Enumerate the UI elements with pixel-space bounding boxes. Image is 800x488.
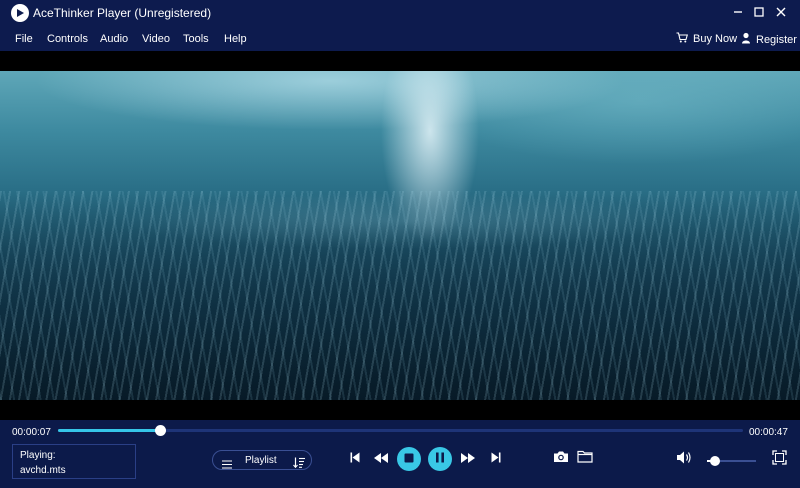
next-button[interactable] <box>489 452 503 466</box>
menu-tools[interactable]: Tools <box>183 33 209 45</box>
list-icon <box>222 456 232 474</box>
rewind-icon <box>374 450 388 468</box>
seek-handle[interactable] <box>155 425 167 436</box>
menu-bar: File Controls Audio Video Tools Help Buy… <box>0 26 800 51</box>
total-time: 00:00:47 <box>749 427 788 438</box>
folder-icon <box>577 450 593 468</box>
seek-bar[interactable] <box>58 425 743 436</box>
fast-forward-icon <box>461 450 475 468</box>
close-button[interactable] <box>771 3 791 23</box>
pause-button[interactable] <box>428 447 452 471</box>
camera-icon <box>553 450 569 468</box>
menu-audio[interactable]: Audio <box>100 33 128 45</box>
current-time: 00:00:07 <box>12 427 51 438</box>
user-icon <box>741 32 751 47</box>
menu-controls[interactable]: Controls <box>47 33 88 45</box>
volume-handle[interactable] <box>709 456 720 466</box>
video-area[interactable] <box>0 51 800 420</box>
volume-button[interactable] <box>675 451 693 469</box>
register-label: Register <box>756 33 797 46</box>
open-folder-button[interactable] <box>576 450 594 468</box>
rewind-button[interactable] <box>372 452 390 466</box>
menu-help[interactable]: Help <box>224 33 247 45</box>
title-bar: AceThinker Player (Unregistered) <box>0 0 800 26</box>
buy-now-label: Buy Now <box>693 33 738 45</box>
skip-previous-icon <box>350 450 360 468</box>
now-playing-panel: Playing: avchd.mts <box>12 444 136 479</box>
close-icon <box>776 4 786 22</box>
sort-icon[interactable] <box>293 455 305 473</box>
control-bar: 00:00:07 00:00:47 Playing: avchd.mts Pla… <box>0 420 800 488</box>
playlist-button[interactable]: Playlist <box>212 450 312 470</box>
fast-forward-button[interactable] <box>459 452 477 466</box>
minimize-icon <box>733 4 743 22</box>
menu-file[interactable]: File <box>15 33 33 45</box>
minimize-button[interactable] <box>728 3 748 23</box>
playlist-label: Playlist <box>245 455 277 466</box>
now-playing-label: Playing: <box>20 450 56 461</box>
menu-video[interactable]: Video <box>142 33 170 45</box>
stop-button[interactable] <box>397 447 421 471</box>
fullscreen-icon <box>771 450 787 470</box>
maximize-icon <box>754 4 764 22</box>
fullscreen-button[interactable] <box>770 450 788 470</box>
buy-now-button[interactable]: Buy Now <box>676 32 737 46</box>
skip-next-icon <box>491 450 501 468</box>
pause-icon <box>435 450 445 468</box>
video-texture <box>0 191 800 400</box>
register-button[interactable]: Register <box>741 32 797 47</box>
now-playing-file: avchd.mts <box>20 465 66 476</box>
snapshot-button[interactable] <box>552 451 570 467</box>
video-frame[interactable] <box>0 71 800 400</box>
window-title: AceThinker Player (Unregistered) <box>33 6 212 20</box>
volume-icon <box>676 451 692 469</box>
cart-icon <box>676 32 689 46</box>
play-logo-icon <box>11 4 29 22</box>
stop-icon <box>404 450 414 468</box>
seek-progress <box>58 429 161 432</box>
volume-slider[interactable] <box>707 456 756 466</box>
maximize-button[interactable] <box>749 3 769 23</box>
previous-button[interactable] <box>348 452 362 466</box>
